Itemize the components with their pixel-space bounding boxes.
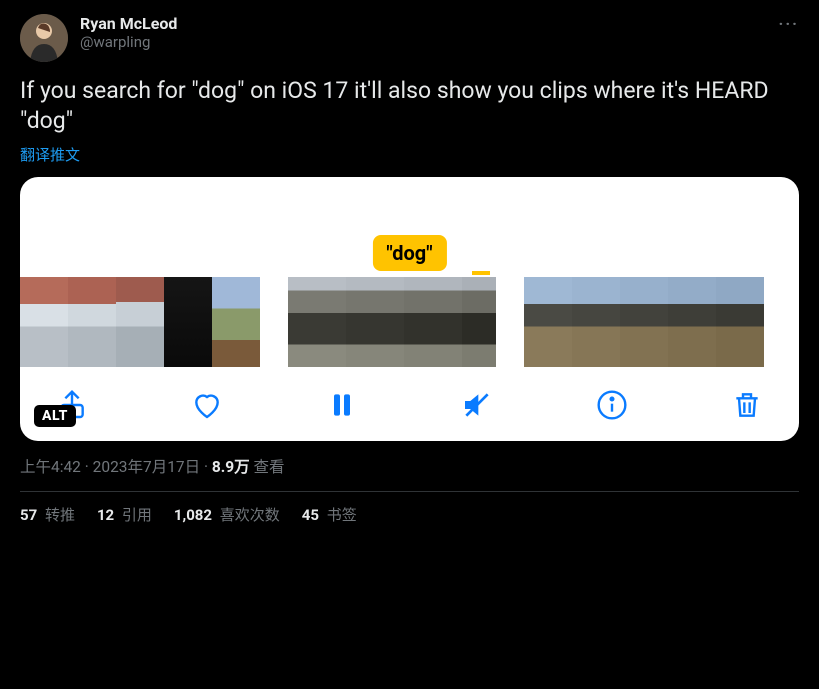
heart-icon[interactable] <box>191 389 223 421</box>
media-top-area: "dog" <box>20 177 799 277</box>
clip-thumb <box>20 277 68 367</box>
clip-thumb <box>524 277 572 367</box>
media-card[interactable]: "dog" <box>20 177 799 441</box>
stats-row: 57 转推 12 引用 1,082 喜欢次数 45 书签 <box>20 504 799 525</box>
divider <box>20 491 799 492</box>
clip-thumb <box>404 277 462 367</box>
display-name: Ryan McLeod <box>80 14 177 33</box>
clip-group-2[interactable] <box>288 277 496 367</box>
clip-thumb <box>116 277 164 367</box>
clip-thumb <box>572 277 620 367</box>
alt-badge[interactable]: ALT <box>34 405 76 427</box>
search-term-marker <box>472 271 490 275</box>
tweet-header: Ryan McLeod @warpling ··· <box>20 14 799 62</box>
search-term-badge: "dog" <box>372 235 446 271</box>
views-label: 查看 <box>250 458 285 476</box>
mute-icon[interactable] <box>461 389 493 421</box>
tweet-text: If you search for "dog" on iOS 17 it'll … <box>20 76 799 136</box>
tweet-container: Ryan McLeod @warpling ··· If you search … <box>0 0 819 539</box>
clip-thumb <box>716 277 764 367</box>
clip-thumb <box>668 277 716 367</box>
translate-link[interactable]: 翻译推文 <box>20 144 799 165</box>
quotes-stat[interactable]: 12 引用 <box>97 504 152 525</box>
user-name-block[interactable]: Ryan McLeod @warpling <box>80 14 177 51</box>
views-count: 8.9万 <box>212 458 250 476</box>
tweet-time[interactable]: 上午4:42 <box>20 458 81 476</box>
clip-thumb <box>462 277 496 367</box>
clip-thumb <box>164 277 212 367</box>
media-toolbar <box>20 367 799 427</box>
clip-group-1[interactable] <box>20 277 260 367</box>
likes-stat[interactable]: 1,082 喜欢次数 <box>174 504 280 525</box>
more-icon[interactable]: ··· <box>779 14 799 33</box>
bookmarks-stat[interactable]: 45 书签 <box>302 504 357 525</box>
tweet-meta: 上午4:42 · 2023年7月17日 · 8.9万 查看 <box>20 455 799 477</box>
video-timeline[interactable] <box>20 277 799 367</box>
user-handle: @warpling <box>80 33 177 51</box>
clip-thumb <box>212 277 260 367</box>
clip-thumb <box>288 277 346 367</box>
trash-icon[interactable] <box>731 389 763 421</box>
tweet-date[interactable]: 2023年7月17日 <box>93 458 200 476</box>
info-icon[interactable] <box>596 389 628 421</box>
retweets-stat[interactable]: 57 转推 <box>20 504 75 525</box>
clip-group-3[interactable] <box>524 277 764 367</box>
clip-thumb <box>620 277 668 367</box>
clip-thumb <box>68 277 116 367</box>
avatar[interactable] <box>20 14 68 62</box>
pause-icon[interactable] <box>326 389 358 421</box>
clip-thumb <box>346 277 404 367</box>
